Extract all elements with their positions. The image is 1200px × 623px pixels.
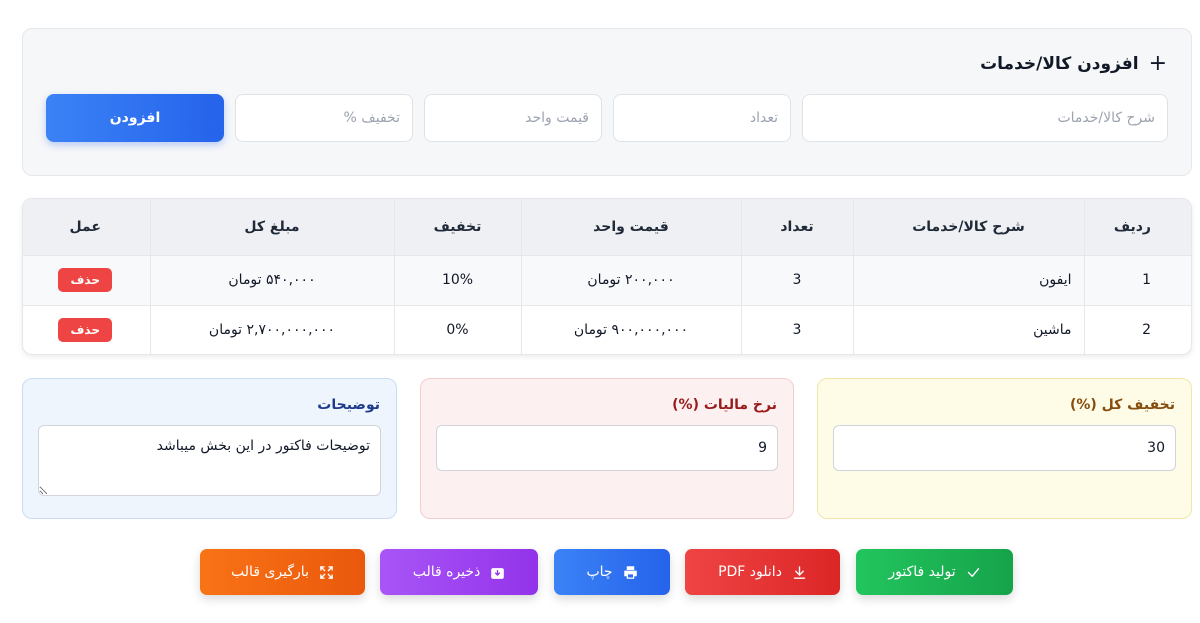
tax-rate-input[interactable] [436, 425, 778, 471]
cell-description: ماشین [852, 304, 1084, 354]
total-discount-label: تخفیف کل (%) [1069, 397, 1175, 413]
download-pdf-button[interactable]: دانلود PDF [685, 549, 840, 595]
item-quantity-input[interactable] [613, 94, 791, 142]
cell-description: ایفون [852, 254, 1084, 305]
header-row-number: ردیف [1083, 199, 1191, 255]
print-button[interactable]: چاپ [554, 549, 670, 595]
cell-quantity: 3 [740, 304, 853, 354]
total-discount-box: تخفیف کل (%) [817, 378, 1192, 519]
total-discount-input[interactable] [833, 425, 1176, 471]
header-unit-price: قیمت واحد [520, 199, 741, 255]
header-action: عمل [23, 199, 150, 255]
download-pdf-label: دانلود PDF [718, 564, 782, 580]
notes-textarea[interactable]: توضیحات فاکتور در این بخش میباشد [38, 425, 381, 496]
generate-invoice-button[interactable]: تولید فاکتور [856, 549, 1013, 595]
cell-total: ۵۴۰,۰۰۰ تومان [149, 254, 394, 305]
check-icon [967, 567, 979, 577]
header-description: شرح کالا/خدمات [852, 199, 1084, 255]
tax-rate-label: نرخ مالیات (%) [672, 397, 777, 413]
cell-row-number: 1 [1083, 254, 1191, 305]
item-unit-price-input[interactable] [424, 94, 602, 142]
download-icon [793, 565, 806, 579]
cell-unit-price: ۲۰۰,۰۰۰ تومان [520, 254, 741, 305]
cell-total: ۲,۷۰۰,۰۰۰,۰۰۰ تومان [149, 304, 394, 354]
header-total: مبلغ کل [149, 199, 394, 255]
cell-discount: 0% [393, 304, 521, 354]
table-row: 1 ایفون 3 ۲۰۰,۰۰۰ تومان 10% ۵۴۰,۰۰۰ توما… [23, 254, 1191, 305]
cell-unit-price: ۹۰۰,۰۰۰,۰۰۰ تومان [520, 304, 741, 354]
cell-quantity: 3 [740, 254, 853, 305]
delete-row-button[interactable]: حذف [58, 318, 113, 343]
items-table-container: ردیف شرح کالا/خدمات تعداد قیمت واحد تخفی… [22, 198, 1192, 355]
add-item-title-text: افزودن کالا/خدمات [980, 54, 1139, 74]
load-template-button[interactable]: بارگیری قالب [200, 549, 365, 595]
save-template-button[interactable]: ذخیره قالب [380, 549, 538, 595]
header-discount: تخفیف [393, 199, 521, 255]
plus-icon: + [1148, 51, 1167, 76]
table-row: 2 ماشین 3 ۹۰۰,۰۰۰,۰۰۰ تومان 0% ۲,۷۰۰,۰۰۰… [23, 304, 1191, 354]
cell-action: حذف [23, 304, 150, 354]
add-item-title: + افزودن کالا/خدمات [980, 53, 1167, 75]
item-description-input[interactable] [802, 94, 1168, 142]
delete-row-button[interactable]: حذف [58, 268, 113, 292]
save-download-icon [491, 567, 505, 579]
printer-icon [623, 565, 637, 579]
header-quantity: تعداد [740, 199, 853, 255]
notes-box: توضیحات توضیحات فاکتور در این بخش میباشد [22, 378, 397, 519]
cell-row-number: 2 [1083, 304, 1191, 354]
notes-label: توضیحات [317, 397, 380, 413]
add-item-button[interactable]: افزودن [46, 94, 224, 142]
load-template-label: بارگیری قالب [231, 564, 309, 580]
cell-discount: 10% [393, 254, 521, 305]
save-template-label: ذخیره قالب [412, 564, 481, 580]
tax-rate-box: نرخ مالیات (%) [420, 378, 794, 519]
item-discount-input[interactable] [235, 94, 413, 142]
table-header-row: ردیف شرح کالا/خدمات تعداد قیمت واحد تخفی… [23, 199, 1191, 255]
expand-icon [320, 565, 333, 579]
items-table: ردیف شرح کالا/خدمات تعداد قیمت واحد تخفی… [23, 199, 1191, 354]
add-item-card: + افزودن کالا/خدمات افزودن [22, 28, 1192, 176]
generate-invoice-label: تولید فاکتور [888, 564, 956, 580]
print-label: چاپ [586, 564, 613, 580]
cell-action: حذف [23, 254, 150, 305]
